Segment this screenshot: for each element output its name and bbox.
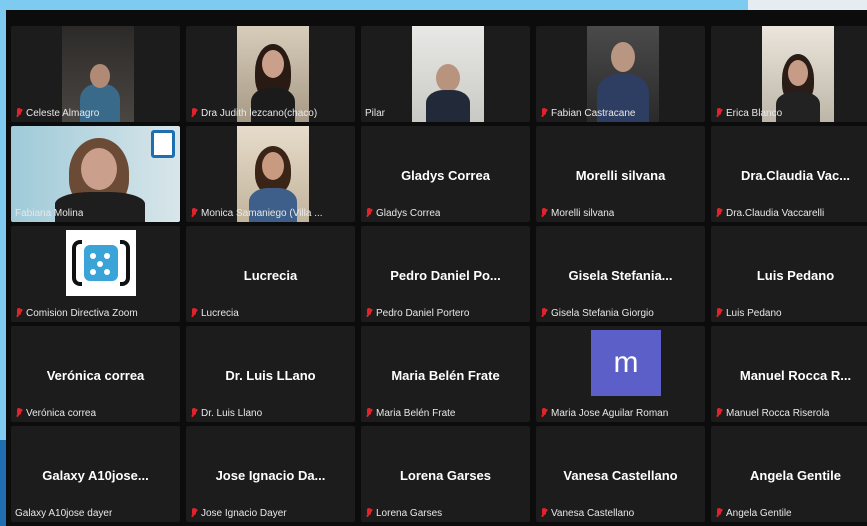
mic-muted-icon [365,508,373,519]
participant-tile[interactable]: Erica Blanco [711,26,867,122]
participant-name-label: Maria Jose Aguilar Roman [540,408,701,419]
participant-display-name: Vanesa Castellano [563,468,678,483]
participant-display-name: Dr. Luis LLano [225,368,316,383]
participant-tile[interactable]: Gladys Correa Gladys Correa [361,126,530,222]
participant-name-label: Fabiana Molina [15,208,84,219]
participant-tile[interactable]: m Maria Jose Aguilar Roman [536,326,705,422]
mic-muted-icon [15,408,23,419]
mic-muted-icon [190,308,198,319]
participant-gallery: Celeste Almagro Dra Judith lezcano(chaco… [8,24,867,526]
mic-muted-icon [190,208,198,219]
mic-muted-icon [190,108,198,119]
participant-tile[interactable]: Luis Pedano Luis Pedano [711,226,867,322]
participant-tile[interactable]: Dr. Luis LLano Dr. Luis Llano [186,326,355,422]
participant-tile[interactable]: Manuel Rocca R... Manuel Rocca Riserola [711,326,867,422]
mic-muted-icon [365,408,373,419]
mic-muted-icon [15,108,23,119]
mic-muted-icon [365,308,373,319]
participant-tile[interactable]: Gisela Stefania... Gisela Stefania Giorg… [536,226,705,322]
window-top-border [0,0,748,10]
participant-display-name: Gisela Stefania... [568,268,673,283]
participant-name-label: Fabian Castracane [540,108,701,119]
mic-muted-icon [15,308,23,319]
mic-muted-icon [715,508,723,519]
participant-tile[interactable]: Pedro Daniel Po... Pedro Daniel Portero [361,226,530,322]
participant-display-name: Morelli silvana [575,168,666,183]
participant-tile[interactable]: Dra.Claudia Vac... Dra.Claudia Vaccarell… [711,126,867,222]
participant-name-label: Galaxy A10jose dayer [15,508,113,519]
participant-display-name: Maria Belén Frate [391,368,500,383]
participant-name-label: Lucrecia [190,308,351,319]
participant-tile[interactable]: Vanesa Castellano Vanesa Castellano [536,426,705,522]
participant-tile[interactable]: Verónica correa Verónica correa [11,326,180,422]
mic-muted-icon [715,108,723,119]
participant-tile[interactable]: Lucrecia Lucrecia [186,226,355,322]
participant-name-label: Lorena Garses [365,508,526,519]
participant-name-label: Monica Samaniego (Villa ... [190,208,351,219]
participant-name-label: Vanesa Castellano [540,508,701,519]
participant-display-name: Lucrecia [243,268,298,283]
participant-tile[interactable]: Morelli silvana Morelli silvana [536,126,705,222]
participant-logo-image [66,230,136,296]
participant-name-label: Gisela Stefania Giorgio [540,308,701,319]
participant-tile[interactable]: Fabian Castracane [536,26,705,122]
participant-tile[interactable]: Comision Directiva Zoom [11,226,180,322]
participant-name-label: Erica Blanco [715,108,867,119]
participant-tile[interactable]: Fabiana Molina [11,126,180,222]
mic-muted-icon [190,508,198,519]
participant-name-label: Pedro Daniel Portero [365,308,526,319]
participant-tile[interactable]: Pilar [361,26,530,122]
participant-name-label: Pilar [365,108,386,119]
participant-display-name: Angela Gentile [749,468,842,483]
participant-tile[interactable]: Galaxy A10jose... Galaxy A10jose dayer [11,426,180,522]
participant-name-label: Luis Pedano [715,308,867,319]
participant-display-name: Manuel Rocca R... [739,368,852,383]
participant-tile[interactable]: Maria Belén Frate Maria Belén Frate [361,326,530,422]
participant-tile[interactable]: Celeste Almagro [11,26,180,122]
mic-muted-icon [540,208,548,219]
mic-muted-icon [715,308,723,319]
participant-tile[interactable]: Lorena Garses Lorena Garses [361,426,530,522]
window-left-border-accent [0,440,6,526]
participant-name-label: Manuel Rocca Riserola [715,408,867,419]
participant-display-name: Dra.Claudia Vac... [740,168,851,183]
participant-display-name: Galaxy A10jose... [42,468,149,483]
mic-muted-icon [540,108,548,119]
participant-name-label: Verónica correa [15,408,176,419]
mic-muted-icon [190,408,198,419]
mic-muted-icon [540,508,548,519]
participant-avatar: m [591,330,661,396]
participant-name-label: Maria Belén Frate [365,408,526,419]
participant-display-name: Lorena Garses [399,468,492,483]
participant-name-label: Jose Ignacio Dayer [190,508,351,519]
participant-tile[interactable]: Dra Judith lezcano(chaco) [186,26,355,122]
participant-name-label: Morelli silvana [540,208,701,219]
participant-name-label: Angela Gentile [715,508,867,519]
window-top-border-light [748,0,867,10]
participant-name-label: Dr. Luis Llano [190,408,351,419]
participant-tile[interactable]: Angela Gentile Angela Gentile [711,426,867,522]
participant-name-label: Celeste Almagro [15,108,176,119]
participant-name-label: Dra Judith lezcano(chaco) [190,108,351,119]
mic-muted-icon [715,208,723,219]
participant-display-name: Gladys Correa [401,168,490,183]
participant-name-label: Dra.Claudia Vaccarelli [715,208,867,219]
participant-display-name: Jose Ignacio Da... [215,468,326,483]
participant-name-label: Comision Directiva Zoom [15,308,176,319]
mic-muted-icon [540,408,548,419]
participant-display-name: Luis Pedano [756,268,835,283]
mic-muted-icon [365,208,373,219]
participant-tile[interactable]: Monica Samaniego (Villa ... [186,126,355,222]
mic-muted-icon [540,308,548,319]
participant-name-label: Gladys Correa [365,208,526,219]
mic-muted-icon [715,408,723,419]
participant-display-name: Pedro Daniel Po... [390,268,501,283]
participant-tile[interactable]: Jose Ignacio Da... Jose Ignacio Dayer [186,426,355,522]
participant-display-name: Verónica correa [46,368,145,383]
